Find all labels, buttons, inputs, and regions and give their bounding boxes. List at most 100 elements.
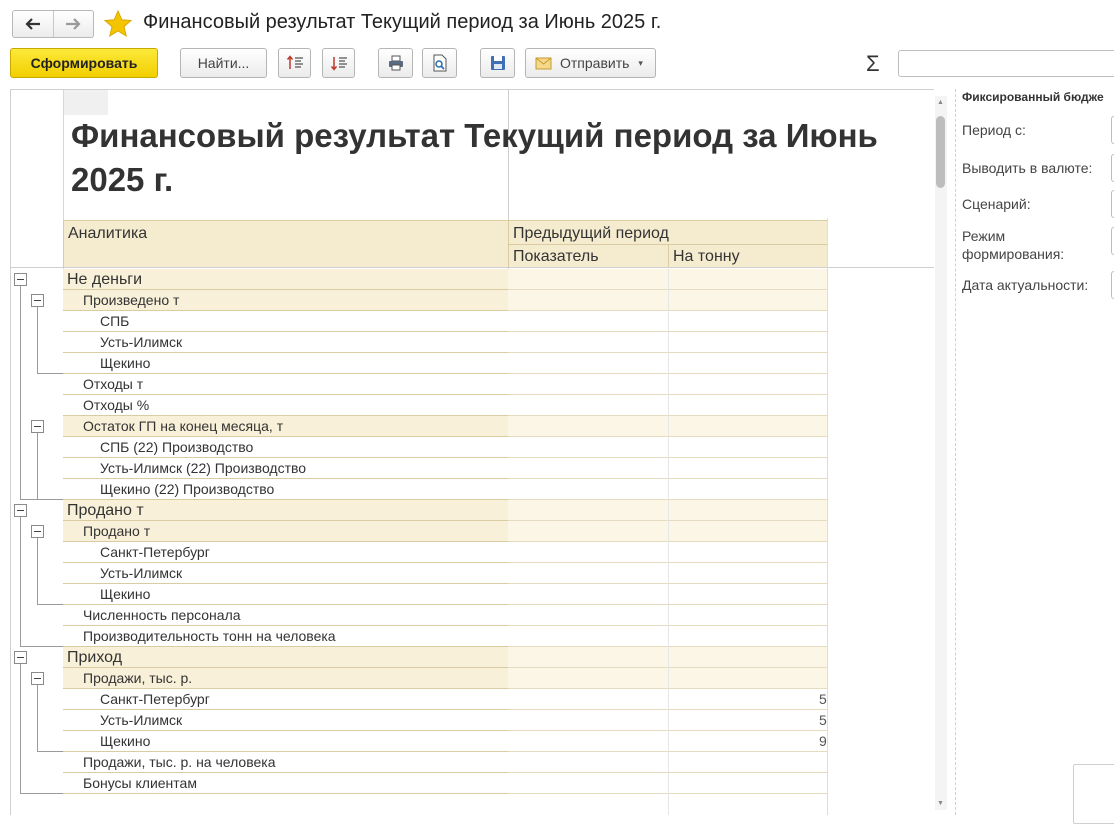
sum-field xyxy=(898,50,1114,77)
row-label: СПБ xyxy=(100,313,130,329)
collapse-toggle-icon[interactable] xyxy=(31,294,44,307)
header-indicator: Показатель xyxy=(508,244,669,268)
tree-line xyxy=(37,685,38,751)
row-label: Щекино xyxy=(100,586,151,602)
collapse-toggle-icon[interactable] xyxy=(31,672,44,685)
report-row[interactable]: Усть-Илимск (22) Производство xyxy=(63,458,509,479)
clipped-value: 5 xyxy=(819,691,827,707)
tree-line xyxy=(20,517,21,646)
tree-line xyxy=(37,604,63,605)
save-disk-icon xyxy=(490,56,505,70)
currency-label: Выводить в валюте: xyxy=(962,160,1093,176)
scroll-down-icon[interactable]: ▼ xyxy=(937,800,944,807)
preview-button[interactable] xyxy=(422,48,457,78)
scroll-up-icon[interactable]: ▲ xyxy=(937,99,944,106)
report-row[interactable]: Продано т xyxy=(63,521,509,542)
report-row[interactable]: Бонусы клиентам xyxy=(63,773,509,794)
arrow-left-icon xyxy=(25,18,40,30)
report-row[interactable]: Продажи, тыс. р. xyxy=(63,668,509,689)
forward-button[interactable] xyxy=(54,11,94,37)
expand-groups-icon xyxy=(286,55,303,69)
tree-line xyxy=(37,538,38,604)
collapse-groups-button[interactable] xyxy=(322,48,355,78)
corner-widget[interactable] xyxy=(1073,764,1114,824)
sheet-corner xyxy=(64,90,108,115)
row-label: Щекино (22) Производство xyxy=(100,481,275,497)
tree-line xyxy=(37,433,38,499)
mode-label: Режим формирования: xyxy=(962,228,1065,262)
right-edge-line xyxy=(827,218,828,815)
report-row[interactable]: Остаток ГП на конец месяца, т xyxy=(63,416,509,437)
report-row[interactable]: Щекино xyxy=(63,353,509,374)
collapse-toggle-icon[interactable] xyxy=(31,525,44,538)
row-label: Продано т xyxy=(67,502,144,519)
report-row[interactable]: Щекино (22) Производство xyxy=(63,479,509,500)
scenario-label: Сценарий: xyxy=(962,196,1031,212)
settings-panel-divider xyxy=(955,89,956,815)
expand-groups-button[interactable] xyxy=(278,48,311,78)
report-row[interactable]: Приход xyxy=(63,647,509,668)
arrow-right-icon xyxy=(66,18,81,30)
find-button[interactable]: Найти... xyxy=(180,48,267,78)
report-row[interactable]: Продано т xyxy=(63,500,509,521)
tree-line xyxy=(37,307,38,373)
navigation-buttons xyxy=(12,10,94,38)
report-row[interactable]: Санкт-Петербург xyxy=(63,689,509,710)
row-label: Произведено т xyxy=(83,292,180,308)
tree-line xyxy=(37,373,63,374)
dropdown-arrow-icon: ▾ xyxy=(638,57,643,68)
scrollbar-thumb[interactable] xyxy=(936,116,945,188)
collapse-toggle-icon[interactable] xyxy=(31,420,44,433)
row-label: Продажи, тыс. р. xyxy=(83,670,193,686)
row-label: Продажи, тыс. р. на человека xyxy=(83,754,276,770)
row-label: Численность персонала xyxy=(83,607,241,623)
report-row[interactable]: Отходы % xyxy=(63,395,509,416)
collapse-toggle-icon[interactable] xyxy=(14,273,27,286)
report-row[interactable]: Щекино xyxy=(63,731,509,752)
report-row[interactable]: Щекино xyxy=(63,584,509,605)
save-button[interactable] xyxy=(480,48,515,78)
row-label: Усть-Илимск (22) Производство xyxy=(100,460,307,476)
report-row[interactable]: Санкт-Петербург xyxy=(63,542,509,563)
report-row[interactable]: Продажи, тыс. р. на человека xyxy=(63,752,509,773)
vertical-scrollbar[interactable] xyxy=(935,96,947,810)
report-row[interactable]: Производительность тонн на человека xyxy=(63,626,509,647)
row-label: Остаток ГП на конец месяца, т xyxy=(83,418,284,434)
header-bottom-line xyxy=(11,267,934,268)
report-row[interactable]: Усть-Илимск xyxy=(63,563,509,584)
row-label: Усть-Илимск xyxy=(100,712,183,728)
report-row[interactable]: Усть-Илимск xyxy=(63,332,509,353)
generate-button[interactable]: Сформировать xyxy=(10,48,158,78)
back-button[interactable] xyxy=(13,11,54,37)
settings-panel-title: Фиксированный бюдже xyxy=(962,90,1104,104)
report-spreadsheet[interactable]: Финансовый результат Текущий период за И… xyxy=(10,89,934,815)
report-row[interactable]: СПБ xyxy=(63,311,509,332)
row-label: Щекино xyxy=(100,355,151,371)
report-row[interactable]: Произведено т xyxy=(63,290,509,311)
report-row[interactable]: Численность персонала xyxy=(63,605,509,626)
row-label: Санкт-Петербург xyxy=(100,544,210,560)
row-label: Усть-Илимск xyxy=(100,565,183,581)
favorite-star-icon[interactable] xyxy=(103,9,133,39)
tree-line xyxy=(37,751,63,752)
collapse-toggle-icon[interactable] xyxy=(14,651,27,664)
row-label: Отходы % xyxy=(83,397,150,413)
clipped-value: 9 xyxy=(819,733,827,749)
collapse-toggle-icon[interactable] xyxy=(14,504,27,517)
report-row[interactable]: Отходы т xyxy=(63,374,509,395)
send-button-label: Отправить xyxy=(560,55,630,71)
report-row[interactable]: Не деньги xyxy=(63,269,509,290)
print-button[interactable] xyxy=(378,48,413,78)
row-label: Бонусы клиентам xyxy=(83,775,197,791)
tree-line xyxy=(20,646,63,647)
header-per-ton: На тонну xyxy=(668,244,828,268)
tree-line xyxy=(20,793,63,794)
row-label: Производительность тонн на человека xyxy=(83,628,336,644)
header-previous-period: Предыдущий период xyxy=(508,220,828,245)
report-row[interactable]: Усть-Илимск xyxy=(63,710,509,731)
header-analytics: Аналитика xyxy=(63,220,509,268)
actual-date-label: Дата актуальности: xyxy=(962,277,1089,293)
report-row[interactable]: СПБ (22) Производство xyxy=(63,437,509,458)
row-label: Продано т xyxy=(83,523,151,539)
send-button[interactable]: Отправить ▾ xyxy=(525,48,656,78)
